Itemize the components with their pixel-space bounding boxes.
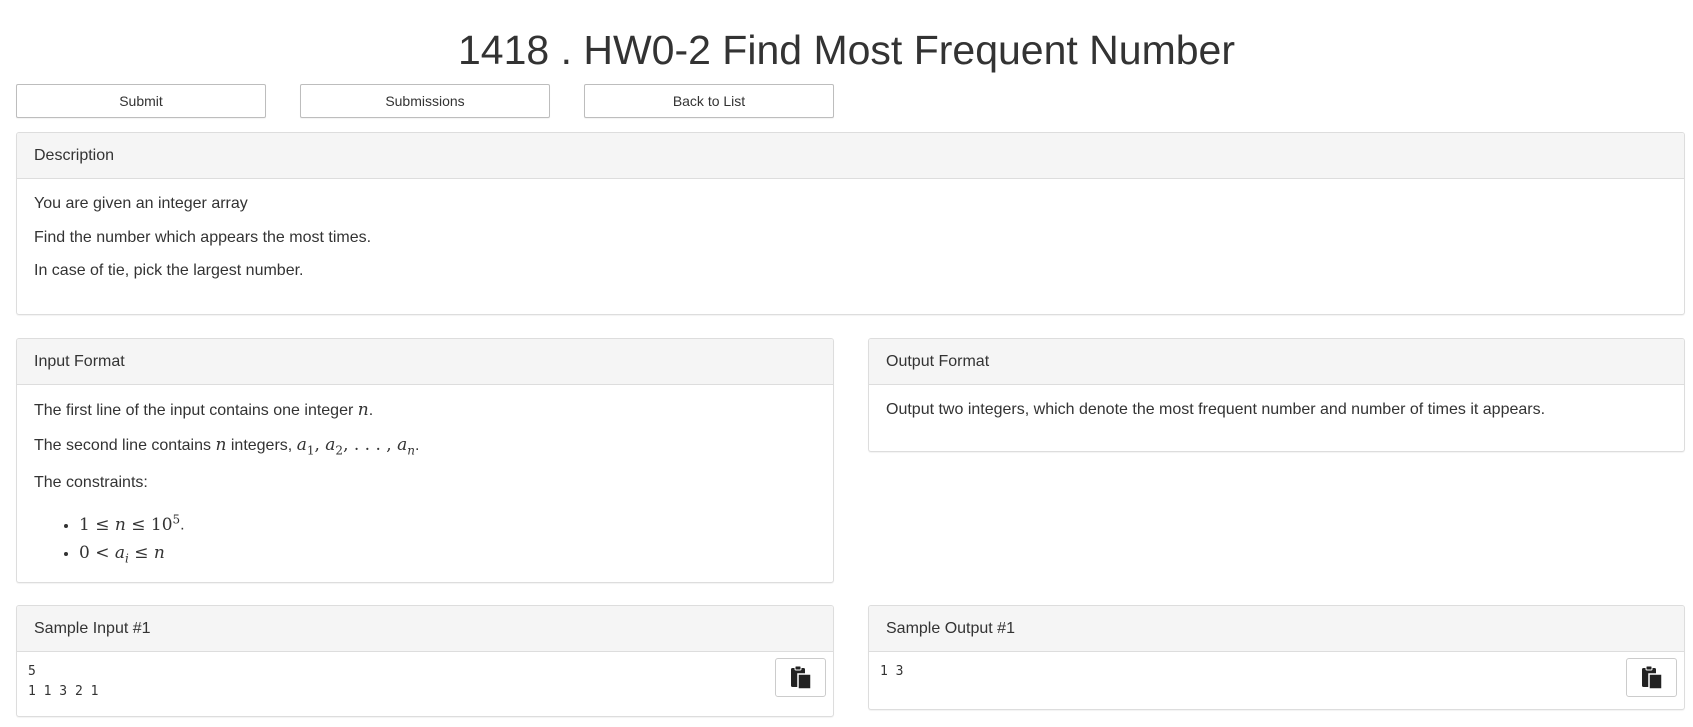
problem-page: 1418 . HW0-2 Find Most Frequent Number S… xyxy=(0,0,1693,727)
page-title: 1418 . HW0-2 Find Most Frequent Number xyxy=(457,27,1236,73)
constraint-item: 0 < ai ≤ n xyxy=(79,541,816,570)
back-to-list-button[interactable]: Back to List xyxy=(584,84,834,118)
math-constraint-n: 1 ≤ n ≤ 105 xyxy=(79,511,181,535)
description-line: You are given an integer array xyxy=(34,195,248,212)
sample-input-heading: Sample Input #1 xyxy=(17,606,833,652)
sample-output-content: 1 3 xyxy=(880,664,904,679)
copy-sample-input-button[interactable] xyxy=(775,658,826,697)
description-body: You are given an integer array Find the … xyxy=(17,179,1684,310)
description-line: Find the number which appears the most t… xyxy=(34,228,372,246)
output-format-text: Output two integers, which denote the mo… xyxy=(886,401,1546,418)
input-format-heading: Input Format xyxy=(17,339,833,385)
output-format-heading: Output Format xyxy=(869,339,1684,385)
output-format-body: Output two integers, which denote the mo… xyxy=(869,385,1684,449)
input-format-line-1-text: The first line of the input contains one… xyxy=(34,402,354,419)
input-format-line-2-text: The second line contains xyxy=(34,436,211,454)
clipboard-copy-icon xyxy=(790,665,812,690)
math-n: n xyxy=(357,400,369,420)
output-format-panel: Output Format Output two integers, which… xyxy=(868,338,1685,452)
clipboard-copy-icon xyxy=(1641,665,1663,690)
math-constraint-a: 0 < ai ≤ n xyxy=(79,542,165,565)
description-line: In case of tie, pick the largest number. xyxy=(34,262,304,279)
input-format-line-2: The second line contains n integers, a1,… xyxy=(34,434,420,457)
math-sequence: a1, a2, . . . , an xyxy=(296,434,415,457)
math-n: n xyxy=(215,434,227,455)
sample-output-panel: Sample Output #1 1 3 xyxy=(868,605,1685,710)
description-panel: Description You are given an integer arr… xyxy=(16,132,1685,315)
sample-output-body: 1 3 xyxy=(869,652,1684,697)
input-format-line-2-mid: integers, xyxy=(230,436,293,454)
sample-input-body: 5 1 1 3 2 1 xyxy=(17,652,833,712)
sample-input-content: 5 1 1 3 2 1 xyxy=(28,664,99,699)
sample-input-panel: Sample Input #1 5 1 1 3 2 1 xyxy=(16,605,834,717)
input-format-body: The first line of the input contains one… xyxy=(17,385,833,582)
constraints-list: 1 ≤ n ≤ 105. 0 < ai ≤ n xyxy=(34,507,816,570)
copy-sample-output-button[interactable] xyxy=(1626,658,1677,697)
sample-output-heading: Sample Output #1 xyxy=(869,606,1684,652)
input-format-panel: Input Format The first line of the input… xyxy=(16,338,834,583)
submissions-button[interactable]: Submissions xyxy=(300,84,550,118)
constraint-item: 1 ≤ n ≤ 105. xyxy=(79,507,816,538)
input-format-line-1: The first line of the input contains one… xyxy=(34,400,374,420)
submit-button[interactable]: Submit xyxy=(16,84,266,118)
description-heading: Description xyxy=(17,133,1684,179)
constraints-label: The constraints: xyxy=(34,474,148,492)
